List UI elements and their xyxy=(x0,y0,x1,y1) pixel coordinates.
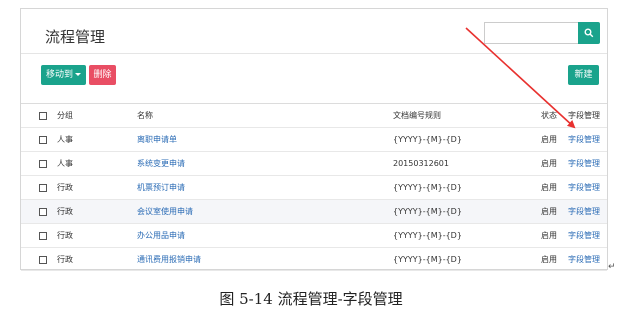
figure-caption: 图 5-14 流程管理-字段管理 xyxy=(219,290,403,308)
header-divider xyxy=(21,53,607,54)
row-rule: {YYYY}-{M}-{D} xyxy=(393,183,462,192)
row-rule: {YYYY}-{M}-{D} xyxy=(393,255,462,264)
row-group: 行政 xyxy=(57,231,73,240)
row-name-link[interactable]: 会议室使用申请 xyxy=(137,200,193,224)
row-rule: {YYYY}-{M}-{D} xyxy=(393,135,462,144)
page-title: 流程管理 xyxy=(45,28,106,46)
table-row: 行政 机票预订申请 {YYYY}-{M}-{D} 启用 字段管理 xyxy=(21,175,607,199)
row-checkbox[interactable] xyxy=(39,232,47,240)
flow-table: 分组 名称 文档编号规则 状态 字段管理 人事 离职申请单 {YYYY}-{M}… xyxy=(21,103,607,271)
row-state: 启用 xyxy=(541,231,557,240)
row-checkbox[interactable] xyxy=(39,184,47,192)
field-management-link[interactable]: 字段管理 xyxy=(568,224,600,248)
row-rule: 20150312601 xyxy=(393,159,449,168)
row-checkbox[interactable] xyxy=(39,160,47,168)
move-to-label: 移动到 xyxy=(45,70,73,80)
move-to-button[interactable]: 移动到 xyxy=(41,65,86,85)
field-management-link[interactable]: 字段管理 xyxy=(568,128,600,152)
new-button[interactable]: 新建 xyxy=(568,65,599,85)
row-group: 行政 xyxy=(57,255,73,264)
row-group: 人事 xyxy=(57,159,73,168)
row-state: 启用 xyxy=(541,255,557,264)
caret-down-icon xyxy=(75,73,81,76)
row-state: 启用 xyxy=(541,135,557,144)
row-name-link[interactable]: 系统变更申请 xyxy=(137,152,185,176)
row-name-link[interactable]: 办公用品申请 xyxy=(137,224,185,248)
table-row: 人事 离职申请单 {YYYY}-{M}-{D} 启用 字段管理 xyxy=(21,127,607,151)
row-checkbox[interactable] xyxy=(39,256,47,264)
table-row: 行政 会议室使用申请 {YYYY}-{M}-{D} 启用 字段管理 xyxy=(21,199,607,223)
row-group: 行政 xyxy=(57,207,73,216)
header-state: 状态 xyxy=(541,111,557,120)
row-state: 启用 xyxy=(541,207,557,216)
field-management-link[interactable]: 字段管理 xyxy=(568,152,600,176)
header-field-management: 字段管理 xyxy=(568,111,600,120)
delete-button[interactable]: 删除 xyxy=(89,65,116,85)
paragraph-mark: ↵ xyxy=(608,262,616,272)
row-rule: {YYYY}-{M}-{D} xyxy=(393,207,462,216)
row-checkbox[interactable] xyxy=(39,208,47,216)
row-rule: {YYYY}-{M}-{D} xyxy=(393,231,462,240)
row-name-link[interactable]: 机票预订申请 xyxy=(137,176,185,200)
table-header-row: 分组 名称 文档编号规则 状态 字段管理 xyxy=(21,103,607,127)
row-state: 启用 xyxy=(541,183,557,192)
search-button[interactable] xyxy=(578,22,600,44)
header-rule: 文档编号规则 xyxy=(393,111,441,120)
field-management-link[interactable]: 字段管理 xyxy=(568,200,600,224)
search-icon xyxy=(584,28,594,38)
row-checkbox[interactable] xyxy=(39,136,47,144)
field-management-link[interactable]: 字段管理 xyxy=(568,176,600,200)
flow-management-panel: 流程管理 移动到 删除 新建 分组 名称 文档编号规则 状态 字段管理 人事 离… xyxy=(20,8,608,271)
table-row: 行政 办公用品申请 {YYYY}-{M}-{D} 启用 字段管理 xyxy=(21,223,607,247)
row-state: 启用 xyxy=(541,159,557,168)
field-management-link[interactable]: 字段管理 xyxy=(568,248,600,272)
header-name: 名称 xyxy=(137,111,153,120)
header-group: 分组 xyxy=(57,111,73,120)
row-name-link[interactable]: 通讯费用报销申请 xyxy=(137,248,201,272)
table-row: 人事 系统变更申请 20150312601 启用 字段管理 xyxy=(21,151,607,175)
select-all-checkbox[interactable] xyxy=(39,112,47,120)
row-group: 人事 xyxy=(57,135,73,144)
table-row: 行政 通讯费用报销申请 {YYYY}-{M}-{D} 启用 字段管理 xyxy=(21,247,607,271)
row-name-link[interactable]: 离职申请单 xyxy=(137,128,177,152)
row-group: 行政 xyxy=(57,183,73,192)
search-input[interactable] xyxy=(484,22,578,44)
